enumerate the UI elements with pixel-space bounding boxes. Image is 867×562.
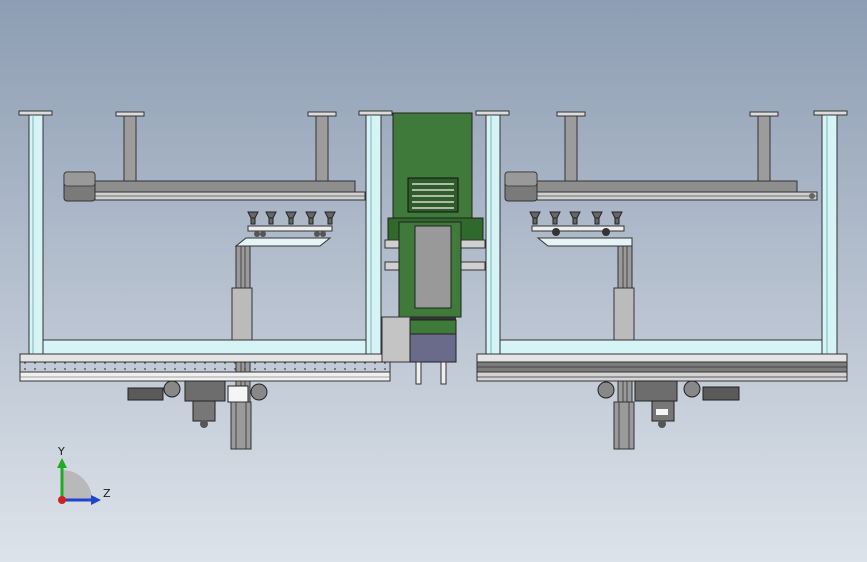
machine-assembly-drawing: Y Z [18,110,848,505]
left-frame-post-outer [18,110,53,356]
right-gripper [529,211,625,236]
right-hanger-post-2 [749,111,779,182]
left-drive-assembly [127,380,268,450]
left-base-frame [19,339,391,382]
cad-viewport[interactable]: Y Z [0,0,867,562]
left-gripper [247,211,336,237]
coordinate-triad: Y Z [57,445,111,505]
right-hanger-post-1 [556,111,586,182]
right-unit [475,110,848,450]
right-frame-post-outer [813,110,848,356]
left-hanger-post-1 [115,111,145,182]
center-module [381,112,486,385]
z-axis-label: Z [103,487,111,500]
y-axis-label: Y [57,445,65,458]
right-base-frame [476,339,848,382]
left-hanger-post-2 [307,111,337,182]
left-unit [18,110,393,450]
